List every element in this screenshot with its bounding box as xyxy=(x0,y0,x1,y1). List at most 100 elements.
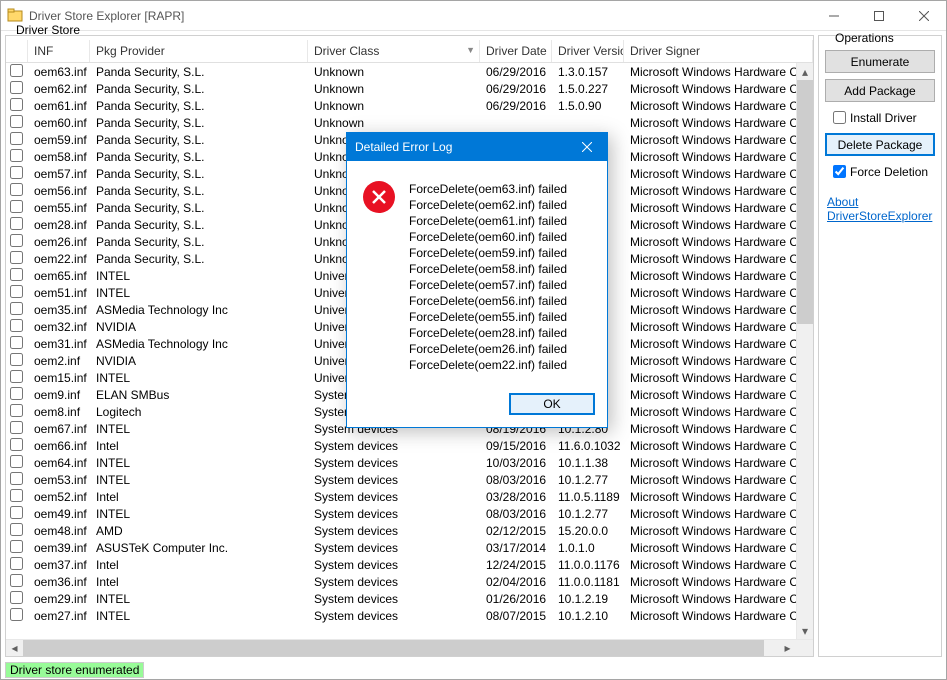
table-row[interactable]: oem66.infIntelSystem devices09/15/201611… xyxy=(6,437,813,454)
col-date[interactable]: Driver Date xyxy=(480,40,552,62)
hscroll-thumb[interactable] xyxy=(23,640,764,656)
add-package-button[interactable]: Add Package xyxy=(825,79,935,102)
cell-class: System devices xyxy=(308,439,480,453)
row-checkbox[interactable] xyxy=(10,370,23,383)
row-checkbox[interactable] xyxy=(10,574,23,587)
row-checkbox[interactable] xyxy=(10,472,23,485)
cell-inf: oem53.inf xyxy=(28,473,90,487)
titlebar[interactable]: Driver Store Explorer [RAPR] xyxy=(1,1,946,31)
force-deletion-input[interactable] xyxy=(833,165,846,178)
error-line: ForceDelete(oem26.inf) failed xyxy=(409,341,567,357)
install-driver-input[interactable] xyxy=(833,111,846,124)
table-row[interactable]: oem49.infINTELSystem devices08/03/201610… xyxy=(6,505,813,522)
error-dialog: Detailed Error Log ForceDelete(oem63.inf… xyxy=(346,132,608,428)
table-row[interactable]: oem52.infIntelSystem devices03/28/201611… xyxy=(6,488,813,505)
install-driver-checkbox[interactable]: Install Driver xyxy=(825,108,935,127)
row-checkbox[interactable] xyxy=(10,285,23,298)
row-checkbox[interactable] xyxy=(10,455,23,468)
row-checkbox[interactable] xyxy=(10,302,23,315)
row-checkbox[interactable] xyxy=(10,183,23,196)
error-line: ForceDelete(oem60.inf) failed xyxy=(409,229,567,245)
row-checkbox[interactable] xyxy=(10,557,23,570)
table-row[interactable]: oem29.infINTELSystem devices01/26/201610… xyxy=(6,590,813,607)
cell-inf: oem9.inf xyxy=(28,388,90,402)
minimize-button[interactable] xyxy=(811,1,856,30)
dialog-close-button[interactable] xyxy=(567,133,607,161)
force-deletion-checkbox[interactable]: Force Deletion xyxy=(825,162,935,181)
table-row[interactable]: oem64.infINTELSystem devices10/03/201610… xyxy=(6,454,813,471)
row-checkbox[interactable] xyxy=(10,319,23,332)
row-checkbox[interactable] xyxy=(10,506,23,519)
row-checkbox[interactable] xyxy=(10,608,23,621)
row-checkbox[interactable] xyxy=(10,234,23,247)
maximize-button[interactable] xyxy=(856,1,901,30)
enumerate-button[interactable]: Enumerate xyxy=(825,50,935,73)
col-version[interactable]: Driver Version xyxy=(552,40,624,62)
scroll-left-icon[interactable]: ◂ xyxy=(6,640,23,656)
row-checkbox[interactable] xyxy=(10,268,23,281)
scroll-right-icon[interactable]: ▸ xyxy=(779,640,796,656)
cell-version: 11.0.0.1181 xyxy=(552,575,624,589)
cell-version: 1.5.0.227 xyxy=(552,82,624,96)
row-checkbox[interactable] xyxy=(10,387,23,400)
row-checkbox[interactable] xyxy=(10,421,23,434)
table-row[interactable]: oem37.infIntelSystem devices12/24/201511… xyxy=(6,556,813,573)
ok-button[interactable]: OK xyxy=(509,393,595,415)
vertical-scrollbar[interactable]: ▴ ▾ xyxy=(796,63,813,639)
row-checkbox[interactable] xyxy=(10,200,23,213)
cell-provider: Panda Security, S.L. xyxy=(90,218,308,232)
error-line: ForceDelete(oem22.inf) failed xyxy=(409,357,567,373)
cell-provider: INTEL xyxy=(90,609,308,623)
cell-signer: Microsoft Windows Hardware Comp xyxy=(624,218,813,232)
row-checkbox[interactable] xyxy=(10,540,23,553)
row-checkbox[interactable] xyxy=(10,217,23,230)
table-row[interactable]: oem48.infAMDSystem devices02/12/201515.2… xyxy=(6,522,813,539)
table-row[interactable]: oem27.infINTELSystem devices08/07/201510… xyxy=(6,607,813,624)
cell-signer: Microsoft Windows Hardware Comp xyxy=(624,65,813,79)
row-checkbox[interactable] xyxy=(10,591,23,604)
cell-signer: Microsoft Windows Hardware Comp xyxy=(624,337,813,351)
row-checkbox[interactable] xyxy=(10,438,23,451)
cell-class: System devices xyxy=(308,473,480,487)
row-checkbox[interactable] xyxy=(10,132,23,145)
cell-date: 06/29/2016 xyxy=(480,65,552,79)
col-inf[interactable]: INF xyxy=(28,40,90,62)
about-link[interactable]: About DriverStoreExplorer xyxy=(825,195,935,223)
row-checkbox[interactable] xyxy=(10,404,23,417)
cell-inf: oem8.inf xyxy=(28,405,90,419)
row-checkbox[interactable] xyxy=(10,81,23,94)
col-class[interactable]: Driver Class▼ xyxy=(308,40,480,62)
table-row[interactable]: oem62.infPanda Security, S.L.Unknown06/2… xyxy=(6,80,813,97)
table-row[interactable]: oem61.infPanda Security, S.L.Unknown06/2… xyxy=(6,97,813,114)
row-checkbox[interactable] xyxy=(10,64,23,77)
row-checkbox[interactable] xyxy=(10,336,23,349)
col-checkbox[interactable] xyxy=(6,40,28,62)
row-checkbox[interactable] xyxy=(10,98,23,111)
scroll-up-icon[interactable]: ▴ xyxy=(797,63,813,80)
scroll-down-icon[interactable]: ▾ xyxy=(797,622,813,639)
delete-package-button[interactable]: Delete Package xyxy=(825,133,935,156)
cell-inf: oem52.inf xyxy=(28,490,90,504)
row-checkbox[interactable] xyxy=(10,115,23,128)
dialog-titlebar[interactable]: Detailed Error Log xyxy=(347,133,607,161)
table-row[interactable]: oem63.infPanda Security, S.L.Unknown06/2… xyxy=(6,63,813,80)
table-row[interactable]: oem36.infIntelSystem devices02/04/201611… xyxy=(6,573,813,590)
table-row[interactable]: oem39.infASUSTeK Computer Inc.System dev… xyxy=(6,539,813,556)
col-signer[interactable]: Driver Signer xyxy=(624,40,813,62)
horizontal-scrollbar[interactable]: ◂ ▸ xyxy=(6,639,813,656)
cell-date: 01/26/2016 xyxy=(480,592,552,606)
row-checkbox[interactable] xyxy=(10,149,23,162)
scroll-thumb[interactable] xyxy=(797,80,813,324)
operations-group: Operations Enumerate Add Package Install… xyxy=(818,35,942,657)
row-checkbox[interactable] xyxy=(10,489,23,502)
cell-signer: Microsoft Windows Hardware Comp xyxy=(624,252,813,266)
row-checkbox[interactable] xyxy=(10,353,23,366)
table-row[interactable]: oem53.infINTELSystem devices08/03/201610… xyxy=(6,471,813,488)
col-provider[interactable]: Pkg Provider xyxy=(90,40,308,62)
cell-inf: oem48.inf xyxy=(28,524,90,538)
row-checkbox[interactable] xyxy=(10,251,23,264)
row-checkbox[interactable] xyxy=(10,166,23,179)
row-checkbox[interactable] xyxy=(10,523,23,536)
close-button[interactable] xyxy=(901,1,946,30)
table-row[interactable]: oem60.infPanda Security, S.L.UnknownMicr… xyxy=(6,114,813,131)
